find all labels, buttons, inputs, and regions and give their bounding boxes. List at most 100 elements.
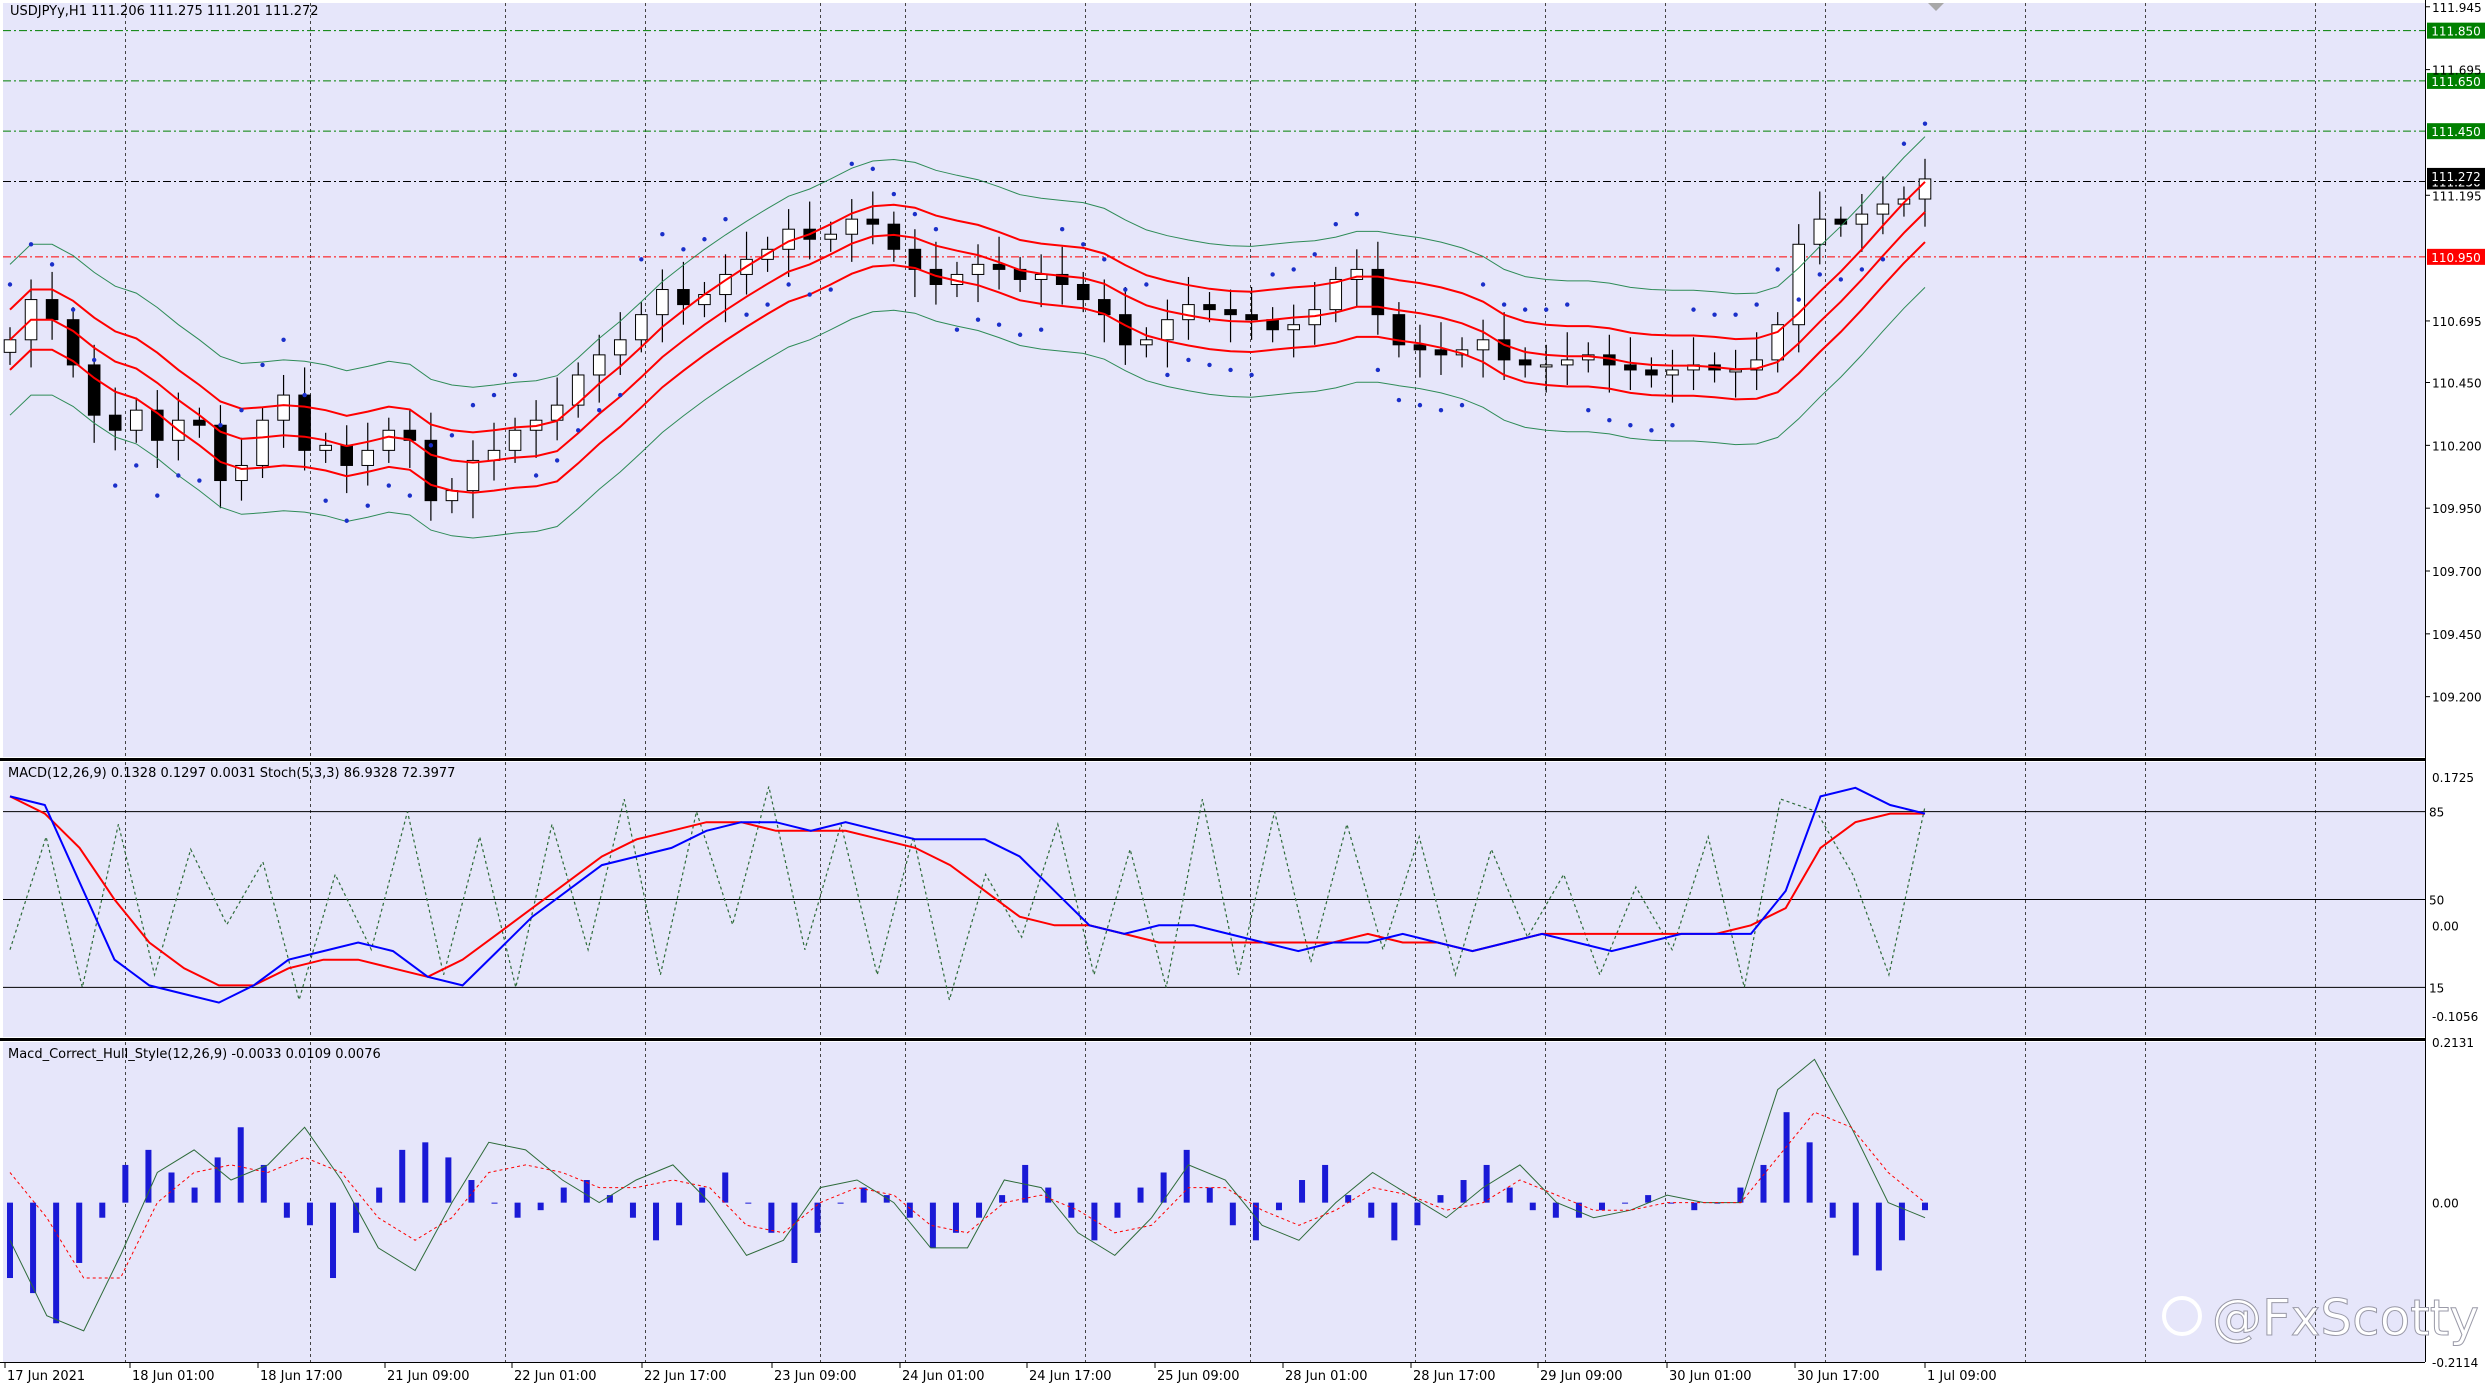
candle-body bbox=[151, 409, 164, 441]
time-tick-label: 30 Jun 01:00 bbox=[1669, 1369, 1752, 1384]
stoch-level-label: 85 bbox=[2429, 806, 2444, 820]
psar-dot bbox=[134, 463, 139, 468]
psar-dot bbox=[807, 292, 812, 297]
histogram-bar bbox=[1414, 1202, 1421, 1226]
price-tick-label: 109.700 bbox=[2432, 565, 2482, 579]
candle-body bbox=[1813, 218, 1827, 245]
psar-dot bbox=[744, 312, 749, 317]
histogram-bar bbox=[122, 1164, 129, 1203]
psar-dot bbox=[575, 428, 581, 433]
psar-dot bbox=[912, 211, 918, 217]
time-tick-label: 21 Jun 09:00 bbox=[387, 1369, 470, 1384]
histogram-bar bbox=[514, 1202, 521, 1218]
psar-dot bbox=[1165, 372, 1170, 378]
histogram-bar bbox=[1299, 1180, 1306, 1203]
trading-chart[interactable]: 111.850111.650111.450111.250111.272110.9… bbox=[0, 0, 2490, 1388]
psar-dot bbox=[365, 503, 370, 508]
psar-dot bbox=[1691, 307, 1696, 312]
histogram-bar bbox=[1275, 1202, 1282, 1211]
candle-body bbox=[866, 218, 880, 225]
psar-dot bbox=[70, 307, 76, 312]
psar-dot bbox=[239, 407, 244, 413]
psar-dot bbox=[1838, 277, 1844, 282]
psar-dot bbox=[639, 257, 644, 262]
psar-dot bbox=[1522, 307, 1528, 312]
candle-body bbox=[1140, 339, 1153, 346]
histogram-bar bbox=[1552, 1202, 1559, 1218]
time-tick-label: 22 Jun 17:00 bbox=[644, 1369, 727, 1384]
psar-dot bbox=[1123, 287, 1128, 292]
histogram-bar bbox=[1737, 1187, 1744, 1203]
candle-body bbox=[1518, 359, 1532, 366]
candle-body bbox=[1666, 369, 1679, 376]
hull-macd-pane[interactable] bbox=[3, 1042, 2425, 1362]
histogram-bar bbox=[1852, 1202, 1859, 1256]
candle-body bbox=[87, 364, 101, 416]
psar-dot bbox=[323, 498, 328, 503]
psar-dot bbox=[386, 483, 391, 488]
psar-dot bbox=[660, 232, 665, 237]
time-tick-label: 18 Jun 01:00 bbox=[132, 1369, 215, 1384]
histogram-bar bbox=[1229, 1202, 1236, 1226]
candle-body bbox=[466, 459, 480, 492]
histogram-bar bbox=[99, 1202, 106, 1218]
histogram-bar bbox=[30, 1202, 37, 1294]
candle-body bbox=[1876, 203, 1890, 215]
hull-header: Macd_Correct_Hull_Style(12,26,9) -0.0033… bbox=[8, 1047, 381, 1062]
candle-body bbox=[1076, 283, 1090, 301]
candle-body bbox=[1034, 273, 1048, 280]
time-tick-label: 18 Jun 17:00 bbox=[260, 1369, 343, 1384]
candle-body bbox=[677, 289, 690, 306]
psar-dot bbox=[1565, 302, 1570, 307]
candle-body bbox=[108, 414, 122, 431]
histogram-bar bbox=[1068, 1202, 1075, 1218]
candle-body bbox=[129, 409, 143, 431]
candle-body bbox=[1729, 369, 1742, 373]
histogram-bar bbox=[1183, 1149, 1190, 1203]
candle-body bbox=[277, 394, 290, 421]
histogram-bar bbox=[1114, 1202, 1121, 1218]
histogram-bar bbox=[1598, 1202, 1605, 1211]
psar-dot bbox=[1396, 397, 1402, 403]
candle-body bbox=[1182, 304, 1195, 321]
psar-dot bbox=[1354, 211, 1360, 217]
psar-dot bbox=[1059, 227, 1065, 232]
candle-body bbox=[656, 289, 669, 316]
psar-dot bbox=[702, 237, 707, 242]
macd-header: MACD(12,26,9) 0.1328 0.1297 0.0031 Stoch… bbox=[8, 766, 455, 781]
histogram-bar bbox=[1829, 1202, 1836, 1218]
psar-dot bbox=[1312, 252, 1317, 257]
psar-dot bbox=[1228, 367, 1233, 373]
hull-tick-label: 0.00 bbox=[2432, 1197, 2459, 1211]
psar-dot bbox=[597, 407, 602, 413]
histogram-bar bbox=[1622, 1202, 1629, 1204]
histogram-bar bbox=[1691, 1202, 1698, 1211]
price-level-value: 110.950 bbox=[2431, 251, 2481, 265]
histogram-bar bbox=[537, 1202, 544, 1211]
candle-body bbox=[1245, 314, 1258, 321]
psar-dot bbox=[891, 191, 897, 197]
histogram-bar bbox=[260, 1164, 267, 1203]
psar-dot bbox=[428, 443, 434, 448]
psar-dot bbox=[1417, 402, 1423, 408]
candle-body bbox=[1771, 324, 1784, 361]
candle-body bbox=[1287, 324, 1300, 331]
psar-dot bbox=[49, 262, 55, 267]
psar-dot bbox=[723, 216, 728, 222]
price-tick-label: 110.200 bbox=[2432, 439, 2482, 453]
price-pane[interactable] bbox=[3, 3, 2425, 757]
psar-dot bbox=[765, 302, 770, 307]
psar-dot bbox=[1081, 242, 1086, 247]
histogram-bar bbox=[168, 1172, 175, 1203]
psar-dot bbox=[197, 478, 202, 483]
psar-dot bbox=[1859, 267, 1865, 272]
symbol-header: USDJPYy,H1 111.206 111.275 111.201 111.2… bbox=[10, 4, 319, 19]
candle-body bbox=[887, 223, 901, 250]
histogram-bar bbox=[76, 1202, 83, 1263]
psar-dot bbox=[1459, 402, 1465, 408]
candle-body bbox=[908, 248, 922, 270]
price-level-value: 111.450 bbox=[2431, 125, 2481, 139]
price-tick-label: 111.195 bbox=[2432, 189, 2482, 203]
psar-dot bbox=[155, 493, 160, 498]
histogram-bar bbox=[445, 1157, 452, 1203]
